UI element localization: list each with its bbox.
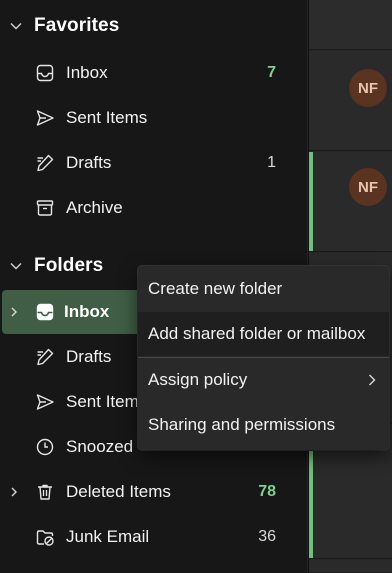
favorites-item-sent-items[interactable]: Sent Items bbox=[0, 96, 308, 140]
message-row[interactable]: NF bbox=[309, 51, 392, 151]
drafts-icon bbox=[34, 346, 56, 368]
folder-item-label: Deleted Items bbox=[66, 482, 171, 501]
favorites-item-label: Archive bbox=[66, 198, 123, 217]
chevron-right-icon[interactable] bbox=[8, 486, 20, 498]
drafts-icon bbox=[34, 152, 56, 174]
mail-app-window: Favorites Inbox 7 Sent Items Drafts 1 Ar… bbox=[0, 0, 392, 573]
unread-count-badge: 78 bbox=[258, 483, 276, 500]
send-icon bbox=[34, 107, 56, 129]
folder-item-label: Sent Items bbox=[66, 392, 148, 411]
junk-icon bbox=[34, 526, 56, 548]
menu-item-assign-policy[interactable]: Assign policy bbox=[138, 358, 389, 402]
favorites-item-label: Sent Items bbox=[66, 108, 148, 127]
favorites-title: Favorites bbox=[34, 15, 120, 36]
item-count: 36 bbox=[258, 528, 276, 545]
folder-item-deleted-items[interactable]: Deleted Items 78 bbox=[0, 470, 308, 514]
favorites-item-label: Drafts bbox=[66, 153, 112, 172]
folder-item-label: Junk Email bbox=[66, 527, 150, 546]
archive-icon bbox=[34, 197, 56, 219]
trash-icon bbox=[34, 481, 56, 503]
menu-item-sharing-and-permissions[interactable]: Sharing and permissions bbox=[138, 403, 389, 447]
folder-item-label: Snoozed bbox=[66, 437, 134, 456]
avatar: NF bbox=[349, 168, 387, 206]
menu-item-add-shared-folder[interactable]: Add shared folder or mailbox bbox=[138, 312, 389, 356]
favorites-item-drafts[interactable]: Drafts 1 bbox=[0, 141, 308, 185]
item-count: 1 bbox=[267, 154, 276, 171]
folders-title: Folders bbox=[34, 255, 104, 276]
folder-item-junk-email[interactable]: Junk Email 36 bbox=[0, 515, 308, 559]
avatar: NF bbox=[349, 69, 387, 107]
favorites-item-archive[interactable]: Archive bbox=[0, 186, 308, 230]
inbox-icon bbox=[34, 301, 56, 323]
folder-item-label: Inbox bbox=[64, 302, 110, 321]
favorites-item-label: Inbox bbox=[66, 63, 108, 82]
folder-context-menu: Create new folder Add shared folder or m… bbox=[138, 266, 389, 450]
unread-count-badge: 7 bbox=[267, 64, 276, 81]
send-icon bbox=[34, 391, 56, 413]
favorites-section-header[interactable]: Favorites bbox=[0, 5, 308, 47]
inbox-icon bbox=[34, 62, 56, 84]
chevron-right-icon bbox=[365, 373, 379, 387]
message-list-header bbox=[309, 0, 392, 50]
folder-item-inbox[interactable]: Inbox bbox=[2, 290, 142, 334]
message-row[interactable] bbox=[309, 560, 392, 573]
chevron-right-icon[interactable] bbox=[8, 306, 20, 318]
clock-icon bbox=[34, 436, 56, 458]
message-row[interactable]: NF bbox=[309, 152, 392, 252]
folder-item-label: Drafts bbox=[66, 347, 112, 366]
menu-item-label: Assign policy bbox=[148, 370, 248, 389]
favorites-item-inbox[interactable]: Inbox 7 bbox=[0, 51, 308, 95]
chevron-down-icon bbox=[8, 258, 24, 274]
menu-item-create-new-folder[interactable]: Create new folder bbox=[138, 267, 389, 311]
chevron-down-icon bbox=[8, 18, 24, 34]
